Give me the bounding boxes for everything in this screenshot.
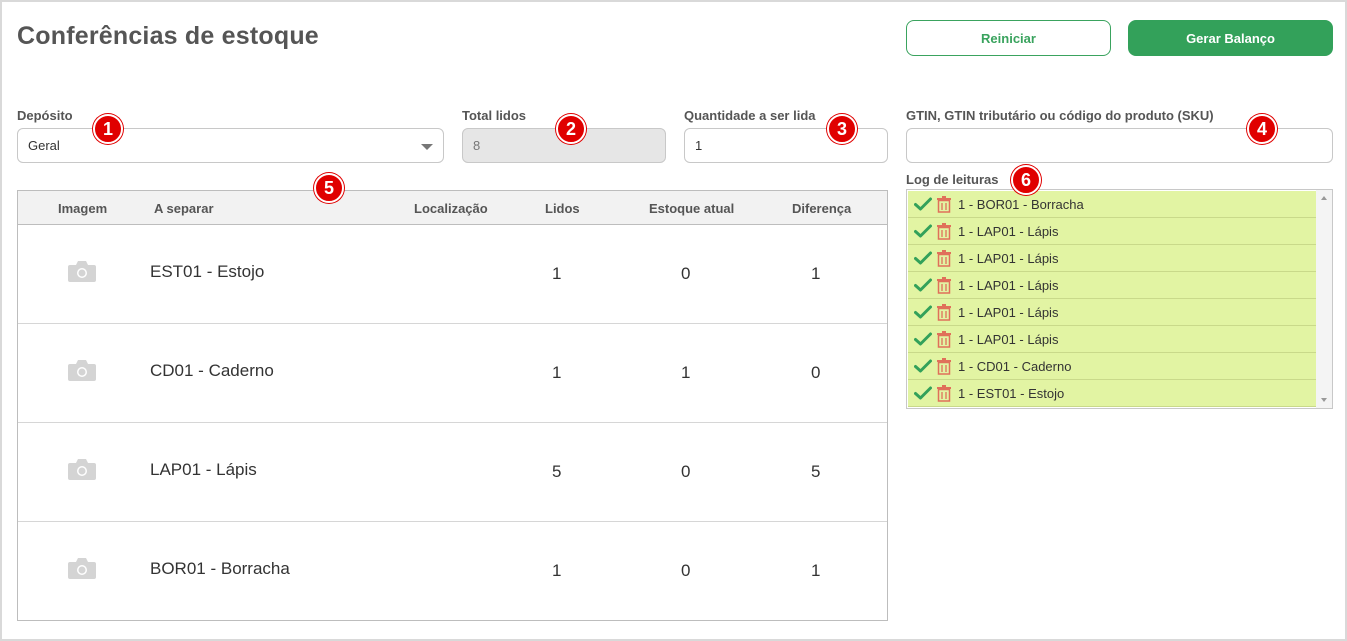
log-item: 1 - LAP01 - Lápis	[908, 272, 1316, 299]
log-item: 1 - LAP01 - Lápis	[908, 245, 1316, 272]
log-item-text: 1 - LAP01 - Lápis	[958, 331, 1059, 347]
log-item: 1 - CD01 - Caderno	[908, 353, 1316, 380]
trash-icon[interactable]	[936, 195, 952, 213]
row-stock: 0	[681, 462, 691, 481]
gtin-label: GTIN, GTIN tributário ou código do produ…	[906, 108, 1214, 123]
log-item-text: 1 - EST01 - Estojo	[958, 385, 1065, 401]
check-icon[interactable]	[914, 305, 932, 319]
check-icon[interactable]	[914, 197, 932, 211]
row-read: 1	[552, 363, 562, 382]
deposit-select[interactable]: Geral	[17, 128, 444, 163]
app-frame: Conferências de estoque Reiniciar Gerar …	[0, 0, 1347, 641]
camera-icon	[68, 558, 96, 579]
reading-log[interactable]: 1 - BOR01 - Borracha 1 - LAP01 - Lápis 1…	[906, 189, 1333, 409]
log-item-text: 1 - BOR01 - Borracha	[958, 196, 1084, 212]
header-to-separate: A separar	[154, 201, 214, 216]
chevron-down-icon	[421, 144, 433, 150]
trash-icon[interactable]	[936, 303, 952, 321]
log-label: Log de leituras	[906, 172, 999, 187]
table-row: BOR01 - Borracha 1 0 1	[18, 522, 887, 621]
quantity-value: 1	[695, 138, 703, 153]
row-read: 1	[552, 264, 562, 283]
row-read: 1	[552, 561, 562, 580]
row-read: 5	[552, 462, 562, 481]
row-difference: 1	[811, 561, 821, 580]
log-scrollbar[interactable]	[1316, 190, 1332, 408]
trash-icon[interactable]	[936, 222, 952, 240]
log-item: 1 - BOR01 - Borracha	[908, 191, 1316, 218]
row-difference: 1	[811, 264, 821, 283]
trash-icon[interactable]	[936, 330, 952, 348]
header-stock: Estoque atual	[649, 201, 735, 216]
annotation-badge: 1	[93, 114, 123, 144]
deposit-select-value: Geral	[28, 138, 60, 153]
log-item: 1 - EST01 - Estojo	[908, 380, 1316, 407]
total-read-label: Total lidos	[462, 108, 527, 123]
row-stock: 1	[681, 363, 691, 382]
log-item-text: 1 - LAP01 - Lápis	[958, 277, 1059, 293]
check-icon[interactable]	[914, 386, 932, 400]
row-product: CD01 - Caderno	[150, 361, 274, 380]
generate-balance-button[interactable]: Gerar Balanço	[1128, 20, 1333, 56]
scroll-up-icon[interactable]	[1321, 196, 1327, 200]
header-image: Imagem	[58, 201, 108, 216]
reset-button[interactable]: Reiniciar	[906, 20, 1111, 56]
deposit-label: Depósito	[17, 108, 73, 123]
annotation-badge: 6	[1011, 165, 1041, 195]
annotation-badge: 2	[556, 114, 586, 144]
trash-icon[interactable]	[936, 276, 952, 294]
products-table: Imagem A separar Localização Lidos Estoq…	[17, 190, 888, 621]
reading-log-list: 1 - BOR01 - Borracha 1 - LAP01 - Lápis 1…	[908, 191, 1316, 407]
log-item: 1 - LAP01 - Lápis	[908, 218, 1316, 245]
header-read: Lidos	[545, 201, 580, 216]
check-icon[interactable]	[914, 278, 932, 292]
table-row: LAP01 - Lápis 5 0 5	[18, 423, 887, 522]
header-difference: Diferença	[792, 201, 852, 216]
log-item: 1 - LAP01 - Lápis	[908, 299, 1316, 326]
table-row: CD01 - Caderno 1 1 0	[18, 324, 887, 423]
row-product: EST01 - Estojo	[150, 262, 265, 281]
trash-icon[interactable]	[936, 249, 952, 267]
camera-icon	[68, 459, 96, 480]
annotation-badge: 3	[827, 114, 857, 144]
trash-icon[interactable]	[936, 357, 952, 375]
row-product: LAP01 - Lápis	[150, 460, 257, 479]
check-icon[interactable]	[914, 332, 932, 346]
row-difference: 5	[811, 462, 821, 481]
log-item-text: 1 - LAP01 - Lápis	[958, 304, 1059, 320]
row-product: BOR01 - Borracha	[150, 559, 290, 578]
quantity-input[interactable]: 1	[684, 128, 888, 163]
trash-icon[interactable]	[936, 384, 952, 402]
log-item-text: 1 - CD01 - Caderno	[958, 358, 1072, 374]
scroll-down-icon[interactable]	[1321, 398, 1327, 402]
log-item-text: 1 - LAP01 - Lápis	[958, 250, 1059, 266]
total-read-value: 8	[473, 138, 481, 153]
check-icon[interactable]	[914, 251, 932, 265]
row-difference: 0	[811, 363, 821, 382]
camera-icon	[68, 360, 96, 381]
annotation-badge: 5	[314, 173, 344, 203]
annotation-badge: 4	[1247, 114, 1277, 144]
log-item-text: 1 - LAP01 - Lápis	[958, 223, 1059, 239]
row-stock: 0	[681, 264, 691, 283]
page-title: Conferências de estoque	[17, 22, 319, 50]
table-row: EST01 - Estojo 1 0 1	[18, 225, 887, 324]
camera-icon	[68, 261, 96, 282]
header-location: Localização	[414, 201, 488, 216]
check-icon[interactable]	[914, 359, 932, 373]
quantity-label: Quantidade a ser lida	[684, 108, 816, 123]
row-stock: 0	[681, 561, 691, 580]
check-icon[interactable]	[914, 224, 932, 238]
log-item: 1 - LAP01 - Lápis	[908, 326, 1316, 353]
table-header: Imagem A separar Localização Lidos Estoq…	[18, 191, 887, 225]
